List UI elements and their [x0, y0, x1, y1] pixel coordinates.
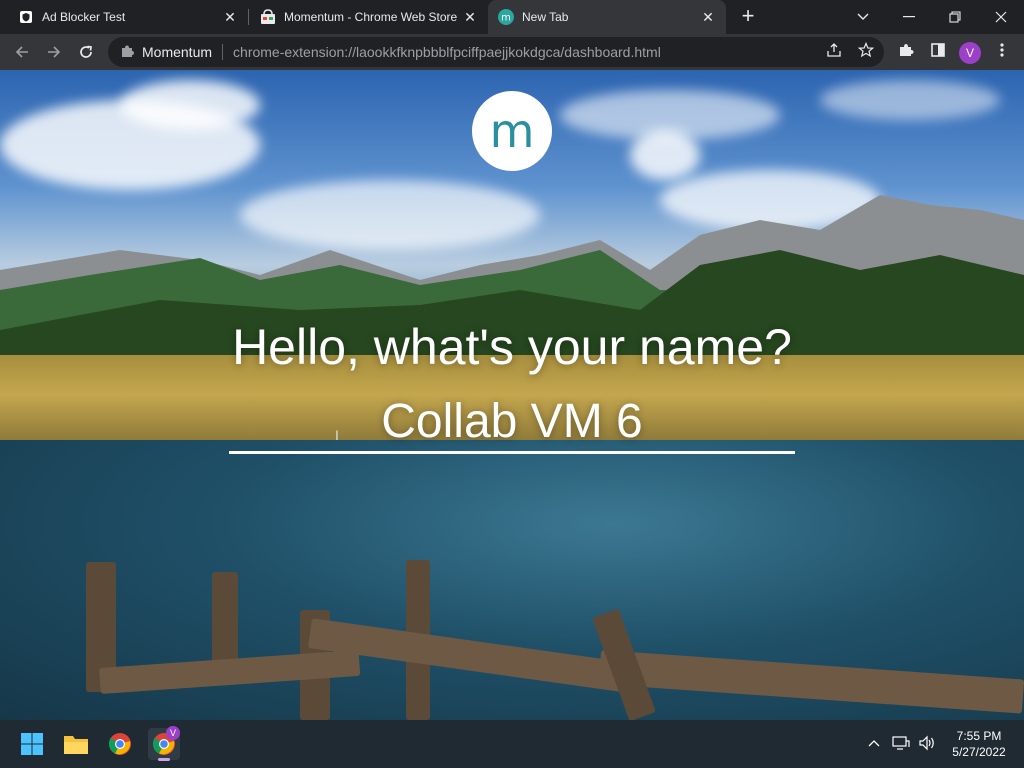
- browser-toolbar: Momentum chrome-extension://laookkfknpbb…: [0, 34, 1024, 70]
- close-window-button[interactable]: [978, 0, 1024, 34]
- close-icon[interactable]: ✕: [462, 9, 478, 25]
- greeting-prompt: Hello, what's your name?: [232, 319, 792, 375]
- shield-icon: [18, 9, 34, 25]
- bookmark-star-icon[interactable]: [854, 38, 878, 62]
- share-icon[interactable]: [822, 38, 846, 62]
- forward-button[interactable]: [40, 38, 68, 66]
- site-label: Momentum: [142, 44, 213, 60]
- volume-icon[interactable]: [916, 732, 938, 754]
- show-hidden-icons-chevron-icon[interactable]: [863, 732, 885, 754]
- tab-divider: [248, 9, 249, 25]
- reload-button[interactable]: [72, 38, 100, 66]
- url-text: chrome-extension://laookkfknpbbblfpciffp…: [233, 44, 661, 60]
- webstore-icon: [260, 9, 276, 25]
- side-panel-icon[interactable]: [926, 38, 950, 62]
- tab-search-chevron-icon[interactable]: [840, 0, 886, 34]
- cloud-decoration: [820, 80, 1000, 120]
- tab-title: Momentum - Chrome Web Store: [284, 10, 458, 24]
- system-clock[interactable]: 7:55 PM 5/27/2022: [944, 728, 1014, 760]
- cloud-decoration: [630, 130, 700, 180]
- momentum-logo: m: [472, 91, 552, 171]
- momentum-icon: m: [498, 9, 514, 25]
- file-explorer-icon[interactable]: [60, 728, 92, 760]
- clock-date: 5/27/2022: [952, 745, 1006, 759]
- new-tab-button[interactable]: +: [736, 4, 760, 28]
- back-button[interactable]: [8, 38, 36, 66]
- momentum-dashboard: m Hello, what's your name? I: [0, 70, 1024, 720]
- tab-ad-blocker-test[interactable]: Ad Blocker Test ✕: [8, 0, 248, 34]
- profile-avatar[interactable]: V: [959, 42, 981, 64]
- close-icon[interactable]: ✕: [700, 9, 716, 25]
- tab-title: Ad Blocker Test: [42, 10, 126, 24]
- tab-new-tab[interactable]: m New Tab ✕: [488, 0, 726, 34]
- text-cursor-icon: I: [335, 427, 339, 443]
- more-menu-icon[interactable]: [990, 38, 1014, 62]
- minimize-button[interactable]: [886, 0, 932, 34]
- network-icon[interactable]: [890, 732, 912, 754]
- chrome-profile-icon[interactable]: V: [148, 726, 180, 761]
- windows-start-icon[interactable]: [16, 728, 48, 760]
- clock-time: 7:55 PM: [956, 729, 1002, 743]
- extension-puzzle-icon: [120, 44, 134, 61]
- tab-strip: Ad Blocker Test ✕ Momentum - Chrome Web …: [0, 0, 1024, 34]
- extensions-icon[interactable]: [894, 38, 918, 62]
- tab-momentum-web-store[interactable]: Momentum - Chrome Web Store ✕: [250, 0, 488, 34]
- chrome-icon[interactable]: [104, 728, 136, 760]
- tab-title: New Tab: [522, 10, 569, 24]
- close-icon[interactable]: ✕: [222, 9, 238, 25]
- active-indicator: [158, 758, 170, 761]
- svg-text:m: m: [501, 13, 511, 24]
- name-input[interactable]: [229, 392, 795, 454]
- cloud-decoration: [120, 80, 260, 130]
- profile-badge: V: [166, 726, 180, 740]
- address-bar[interactable]: Momentum chrome-extension://laookkfknpbb…: [108, 37, 884, 67]
- omnibox-divider: [222, 44, 224, 60]
- windows-taskbar: V 7:55 PM 5/27/2022: [0, 720, 1024, 768]
- restore-button[interactable]: [932, 0, 978, 34]
